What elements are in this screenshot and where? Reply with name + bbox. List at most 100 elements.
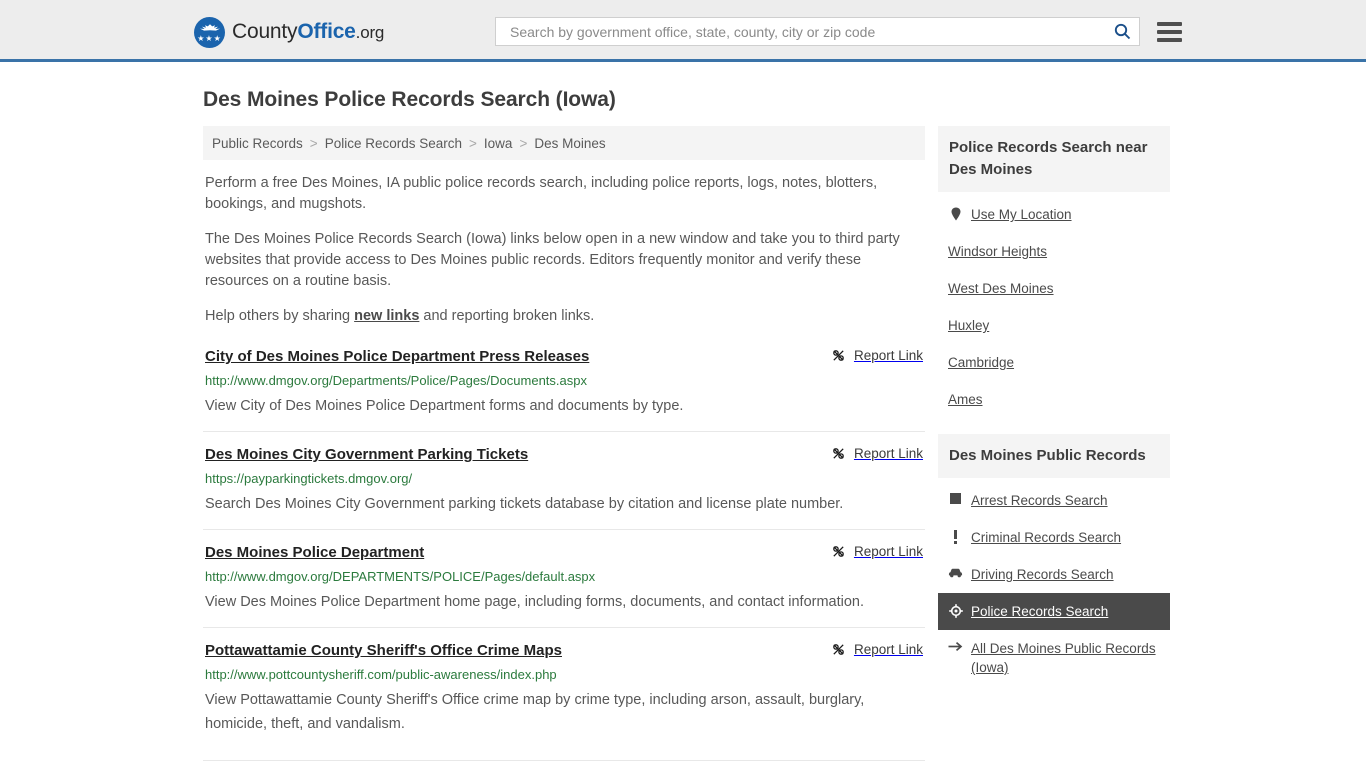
breadcrumb-item-public-records[interactable]: Public Records — [212, 136, 303, 151]
intro-paragraph-1: Perform a free Des Moines, IA public pol… — [205, 175, 878, 212]
list-item: West Des Moines — [938, 270, 1170, 307]
list-item: Driving Records Search — [938, 556, 1170, 593]
result-item: Pottawattamie County Sheriff's Office Cr… — [203, 641, 925, 749]
list-item: Criminal Records Search — [938, 519, 1170, 556]
result-url[interactable]: http://www.dmgov.org/DEPARTMENTS/POLICE/… — [205, 568, 923, 585]
sidebar-item-label: Windsor Heights — [948, 244, 1048, 259]
search-button[interactable] — [1109, 19, 1135, 45]
sidebar-item-label: Arrest Records Search — [971, 493, 1108, 508]
hamburger-bar — [1157, 21, 1182, 26]
list-item: Use My Location — [938, 196, 1170, 233]
sidebar-item-label: Ames — [948, 392, 983, 407]
report-link-label: Report Link — [853, 642, 923, 657]
intro-p3-after: and reporting broken links. — [419, 308, 595, 324]
list-item: Ames — [938, 381, 1170, 418]
sidebar-item-label: Use My Location — [971, 207, 1072, 222]
report-link-button[interactable]: Report Link — [831, 347, 923, 363]
logo-text: CountyOffice.org — [232, 20, 384, 44]
sidebar-item-huxley[interactable]: Huxley — [938, 307, 1170, 344]
sidebar-item-west-des-moines[interactable]: West Des Moines — [938, 270, 1170, 307]
report-link-button[interactable]: Report Link — [831, 445, 923, 461]
list-item: Huxley — [938, 307, 1170, 344]
site-header: ★★★ CountyOffice.org — [0, 0, 1366, 62]
result-item: City of Des Moines Police Department Pre… — [203, 347, 925, 432]
sidebar-item-use-my-location[interactable]: Use My Location — [938, 196, 1170, 233]
page-title: Des Moines Police Records Search (Iowa) — [203, 88, 616, 111]
sidebar-item-label: Huxley — [948, 318, 990, 333]
list-item: Windsor Heights — [938, 233, 1170, 270]
eagle-icon — [199, 23, 220, 31]
logo-text-org: .org — [355, 23, 385, 42]
result-header: Pottawattamie County Sheriff's Office Cr… — [205, 641, 923, 661]
car-icon — [948, 565, 963, 578]
intro-p3-before: Help others by sharing — [205, 308, 355, 324]
sidebar-item-ames[interactable]: Ames — [938, 381, 1170, 418]
result-description: View City of Des Moines Police Departmen… — [205, 398, 684, 414]
nearby-search-heading: Police Records Search near Des Moines — [938, 126, 1170, 192]
breadcrumb-separator: > — [309, 135, 318, 151]
broken-link-icon — [833, 448, 844, 459]
list-item: All Des Moines Public Records (Iowa) — [938, 630, 1170, 686]
hamburger-bar — [1157, 37, 1182, 42]
site-logo[interactable]: ★★★ CountyOffice.org — [194, 16, 384, 48]
list-item: Police Records Search — [938, 593, 1170, 630]
sidebar-item-label: Driving Records Search — [971, 567, 1114, 582]
result-title-link[interactable]: Des Moines Police Department — [205, 543, 424, 563]
result-description: View Pottawattamie County Sheriff's Offi… — [205, 692, 865, 732]
stars-icon: ★★★ — [197, 33, 222, 43]
hamburger-bar — [1157, 29, 1182, 34]
search-icon — [1114, 23, 1130, 40]
sidebar-item-driving-records-search[interactable]: Driving Records Search — [938, 556, 1170, 593]
square-icon — [948, 491, 963, 504]
intro-section: Perform a free Des Moines, IA public pol… — [203, 173, 925, 327]
intro-paragraph-2: The Des Moines Police Records Search (Io… — [205, 231, 900, 289]
eagle-badge-icon: ★★★ — [194, 16, 225, 48]
search-input[interactable] — [508, 18, 1109, 45]
sidebar-item-criminal-records-search[interactable]: Criminal Records Search — [938, 519, 1170, 556]
results-list: City of Des Moines Police Department Pre… — [203, 347, 925, 749]
result-header: Des Moines Police Department Report Link — [205, 543, 923, 563]
sidebar-item-all-public-records[interactable]: All Des Moines Public Records (Iowa) — [938, 630, 1170, 686]
breadcrumb: Public Records > Police Records Search >… — [203, 126, 925, 160]
breadcrumb-item-des-moines[interactable]: Des Moines — [534, 136, 605, 151]
report-link-label: Report Link — [853, 544, 923, 559]
sidebar: Police Records Search near Des Moines Us… — [938, 126, 1170, 702]
result-title-link[interactable]: City of Des Moines Police Department Pre… — [205, 347, 589, 367]
breadcrumb-separator: > — [469, 135, 477, 151]
search-box[interactable] — [495, 17, 1140, 46]
result-url[interactable]: http://www.pottcountysheriff.com/public-… — [205, 666, 923, 683]
arrow-right-icon — [948, 639, 963, 652]
result-header: City of Des Moines Police Department Pre… — [205, 347, 923, 367]
report-link-button[interactable]: Report Link — [831, 641, 923, 657]
result-url[interactable]: http://www.dmgov.org/Departments/Police/… — [205, 372, 923, 389]
nearby-search-list: Use My Location Windsor Heights West Des… — [938, 192, 1170, 418]
sidebar-item-arrest-records-search[interactable]: Arrest Records Search — [938, 482, 1170, 519]
hamburger-menu-icon[interactable] — [1157, 21, 1182, 42]
report-link-label: Report Link — [853, 348, 923, 363]
result-title-link[interactable]: Pottawattamie County Sheriff's Office Cr… — [205, 641, 562, 661]
public-records-card: Des Moines Public Records Arrest Records… — [938, 434, 1170, 686]
target-icon — [948, 602, 963, 618]
sidebar-item-label: West Des Moines — [948, 281, 1054, 296]
report-link-button[interactable]: Report Link — [831, 543, 923, 559]
sidebar-item-police-records-search[interactable]: Police Records Search — [938, 593, 1170, 630]
sidebar-item-cambridge[interactable]: Cambridge — [938, 344, 1170, 381]
breadcrumb-item-iowa[interactable]: Iowa — [484, 136, 513, 151]
main-content: Public Records > Police Records Search >… — [203, 126, 925, 762]
public-records-list: Arrest Records Search Criminal Records S… — [938, 478, 1170, 686]
result-item: Des Moines Police Department Report Link… — [203, 543, 925, 628]
intro-paragraph-3: Help others by sharing new links and rep… — [205, 306, 923, 327]
result-url[interactable]: https://payparkingtickets.dmgov.org/ — [205, 470, 923, 487]
map-pin-icon — [948, 205, 963, 221]
sidebar-item-windsor-heights[interactable]: Windsor Heights — [938, 233, 1170, 270]
breadcrumb-item-police-records-search[interactable]: Police Records Search — [325, 136, 462, 151]
nearby-search-card: Police Records Search near Des Moines Us… — [938, 126, 1170, 418]
broken-link-icon — [833, 644, 844, 655]
new-links-link[interactable]: new links — [354, 308, 419, 324]
result-title-link[interactable]: Des Moines City Government Parking Ticke… — [205, 445, 528, 465]
broken-link-icon — [833, 546, 844, 557]
sidebar-item-label: Criminal Records Search — [971, 530, 1122, 545]
sidebar-item-label: Cambridge — [948, 355, 1015, 370]
header-search-area — [495, 17, 1182, 46]
footer-divider — [203, 760, 925, 761]
